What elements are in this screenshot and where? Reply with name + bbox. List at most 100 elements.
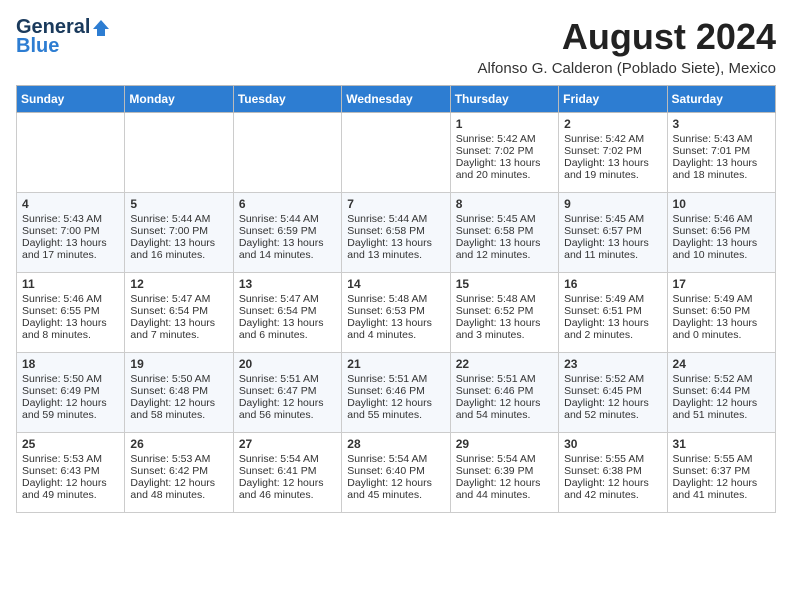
calendar-cell: 27Sunrise: 5:54 AMSunset: 6:41 PMDayligh…	[233, 433, 341, 513]
calendar-cell: 12Sunrise: 5:47 AMSunset: 6:54 PMDayligh…	[125, 273, 233, 353]
day-info: and 55 minutes.	[347, 409, 444, 421]
day-info: Sunset: 6:39 PM	[456, 465, 553, 477]
day-info: Sunset: 6:44 PM	[673, 385, 770, 397]
day-info: Daylight: 13 hours	[22, 237, 119, 249]
day-info: and 41 minutes.	[673, 489, 770, 501]
day-info: Sunrise: 5:44 AM	[130, 213, 227, 225]
day-info: Sunset: 6:48 PM	[130, 385, 227, 397]
day-info: Sunset: 6:45 PM	[564, 385, 661, 397]
day-info: Daylight: 13 hours	[456, 157, 553, 169]
day-info: Sunset: 6:42 PM	[130, 465, 227, 477]
day-info: Sunset: 6:53 PM	[347, 305, 444, 317]
day-info: and 48 minutes.	[130, 489, 227, 501]
calendar-cell: 28Sunrise: 5:54 AMSunset: 6:40 PMDayligh…	[342, 433, 450, 513]
calendar-cell: 29Sunrise: 5:54 AMSunset: 6:39 PMDayligh…	[450, 433, 558, 513]
day-number: 8	[456, 197, 553, 211]
day-info: Daylight: 13 hours	[564, 237, 661, 249]
calendar-cell: 22Sunrise: 5:51 AMSunset: 6:46 PMDayligh…	[450, 353, 558, 433]
day-info: Daylight: 13 hours	[673, 157, 770, 169]
calendar-week-row: 4Sunrise: 5:43 AMSunset: 7:00 PMDaylight…	[17, 193, 776, 273]
day-info: Sunrise: 5:55 AM	[673, 453, 770, 465]
day-info: and 11 minutes.	[564, 249, 661, 261]
day-info: Sunrise: 5:54 AM	[239, 453, 336, 465]
day-info: and 14 minutes.	[239, 249, 336, 261]
calendar-cell: 10Sunrise: 5:46 AMSunset: 6:56 PMDayligh…	[667, 193, 775, 273]
day-info: and 7 minutes.	[130, 329, 227, 341]
day-info: Sunrise: 5:43 AM	[673, 133, 770, 145]
day-number: 13	[239, 277, 336, 291]
calendar-cell: 31Sunrise: 5:55 AMSunset: 6:37 PMDayligh…	[667, 433, 775, 513]
day-info: Daylight: 12 hours	[456, 397, 553, 409]
day-info: and 4 minutes.	[347, 329, 444, 341]
day-info: Daylight: 12 hours	[239, 397, 336, 409]
day-info: Sunrise: 5:45 AM	[564, 213, 661, 225]
day-info: Sunrise: 5:55 AM	[564, 453, 661, 465]
day-info: Sunrise: 5:53 AM	[22, 453, 119, 465]
day-number: 18	[22, 357, 119, 371]
day-number: 16	[564, 277, 661, 291]
calendar-cell: 1Sunrise: 5:42 AMSunset: 7:02 PMDaylight…	[450, 113, 558, 193]
day-info: Sunset: 6:47 PM	[239, 385, 336, 397]
day-info: Daylight: 12 hours	[130, 397, 227, 409]
day-info: Sunset: 7:02 PM	[564, 145, 661, 157]
day-info: and 44 minutes.	[456, 489, 553, 501]
day-number: 25	[22, 437, 119, 451]
day-info: Daylight: 13 hours	[564, 317, 661, 329]
day-info: Sunrise: 5:47 AM	[239, 293, 336, 305]
day-number: 10	[673, 197, 770, 211]
calendar-cell: 21Sunrise: 5:51 AMSunset: 6:46 PMDayligh…	[342, 353, 450, 433]
day-info: Sunrise: 5:49 AM	[564, 293, 661, 305]
day-info: Sunrise: 5:52 AM	[564, 373, 661, 385]
day-number: 6	[239, 197, 336, 211]
day-info: Daylight: 13 hours	[347, 317, 444, 329]
day-info: Sunrise: 5:42 AM	[564, 133, 661, 145]
day-info: Sunset: 6:38 PM	[564, 465, 661, 477]
day-info: Daylight: 13 hours	[456, 317, 553, 329]
day-info: Daylight: 12 hours	[22, 477, 119, 489]
day-number: 20	[239, 357, 336, 371]
day-info: and 0 minutes.	[673, 329, 770, 341]
day-info: Daylight: 13 hours	[673, 237, 770, 249]
day-number: 14	[347, 277, 444, 291]
weekday-header: Wednesday	[342, 86, 450, 113]
logo-icon	[92, 19, 110, 37]
day-info: Daylight: 13 hours	[130, 317, 227, 329]
calendar-cell: 5Sunrise: 5:44 AMSunset: 7:00 PMDaylight…	[125, 193, 233, 273]
calendar-header-row: SundayMondayTuesdayWednesdayThursdayFrid…	[17, 86, 776, 113]
title-area: August 2024 Alfonso G. Calderon (Poblado…	[478, 16, 776, 77]
calendar-cell	[17, 113, 125, 193]
calendar-cell: 19Sunrise: 5:50 AMSunset: 6:48 PMDayligh…	[125, 353, 233, 433]
day-info: Daylight: 13 hours	[564, 157, 661, 169]
day-info: and 6 minutes.	[239, 329, 336, 341]
day-info: and 52 minutes.	[564, 409, 661, 421]
day-number: 24	[673, 357, 770, 371]
day-number: 26	[130, 437, 227, 451]
day-info: Sunset: 6:55 PM	[22, 305, 119, 317]
day-info: Sunrise: 5:50 AM	[130, 373, 227, 385]
calendar-cell: 7Sunrise: 5:44 AMSunset: 6:58 PMDaylight…	[342, 193, 450, 273]
calendar-cell: 4Sunrise: 5:43 AMSunset: 7:00 PMDaylight…	[17, 193, 125, 273]
day-info: Sunset: 6:58 PM	[456, 225, 553, 237]
calendar-week-row: 25Sunrise: 5:53 AMSunset: 6:43 PMDayligh…	[17, 433, 776, 513]
day-info: and 19 minutes.	[564, 169, 661, 181]
day-info: Sunset: 7:00 PM	[22, 225, 119, 237]
calendar-cell: 9Sunrise: 5:45 AMSunset: 6:57 PMDaylight…	[559, 193, 667, 273]
day-info: Sunset: 6:58 PM	[347, 225, 444, 237]
day-number: 2	[564, 117, 661, 131]
day-info: Sunset: 6:54 PM	[130, 305, 227, 317]
weekday-header: Tuesday	[233, 86, 341, 113]
day-number: 28	[347, 437, 444, 451]
calendar-cell: 14Sunrise: 5:48 AMSunset: 6:53 PMDayligh…	[342, 273, 450, 353]
day-info: and 18 minutes.	[673, 169, 770, 181]
header: General Blue August 2024 Alfonso G. Cald…	[16, 16, 776, 77]
calendar-cell: 16 Sunrise: 5:49 AMSunset: 6:51 PMDayligh…	[559, 273, 667, 353]
calendar-cell: 20Sunrise: 5:51 AMSunset: 6:47 PMDayligh…	[233, 353, 341, 433]
day-number: 11	[22, 277, 119, 291]
day-info: Sunrise: 5:44 AM	[347, 213, 444, 225]
day-info: Sunset: 6:51 PM	[564, 305, 661, 317]
calendar-cell: 18Sunrise: 5:50 AMSunset: 6:49 PMDayligh…	[17, 353, 125, 433]
day-info: Daylight: 13 hours	[456, 237, 553, 249]
calendar-cell	[233, 113, 341, 193]
day-info: Sunset: 6:49 PM	[22, 385, 119, 397]
calendar-cell: 15Sunrise: 5:48 AMSunset: 6:52 PMDayligh…	[450, 273, 558, 353]
